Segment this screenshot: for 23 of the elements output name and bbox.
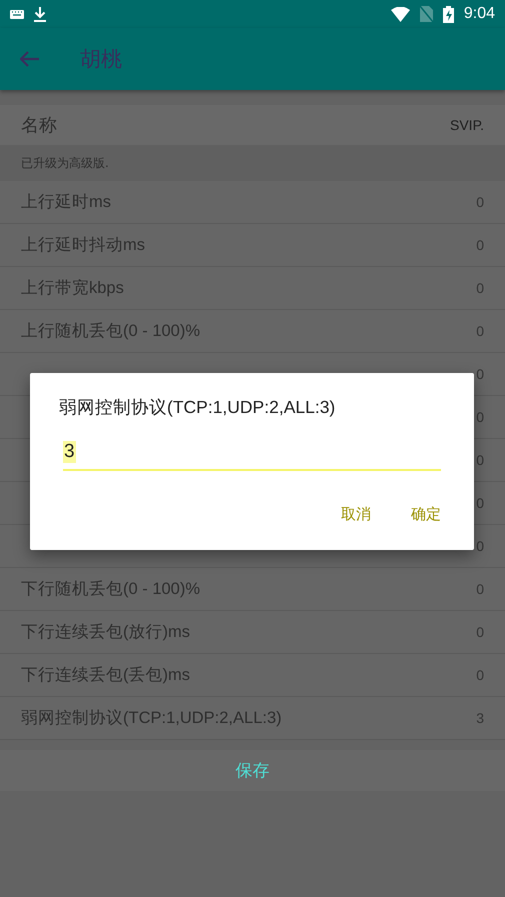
keyboard-icon	[10, 10, 24, 18]
cancel-button[interactable]: 取消	[341, 501, 371, 528]
back-arrow-icon[interactable]	[20, 51, 40, 67]
status-time: 9:04	[464, 5, 495, 23]
battery-charging-icon	[442, 6, 454, 22]
row-label: 下行随机丢包(0 - 100)%	[21, 580, 200, 598]
row-label: 上行延时抖动ms	[21, 236, 145, 254]
confirm-button[interactable]: 确定	[411, 501, 441, 528]
row-label: 下行连续丢包(放行)ms	[21, 623, 190, 641]
no-sim-icon	[420, 6, 433, 22]
row-value: SVIP.	[450, 117, 484, 133]
wifi-icon	[390, 6, 410, 22]
download-icon	[34, 6, 46, 22]
row-label: 上行带宽kbps	[21, 279, 124, 297]
row-label: 名称	[21, 114, 58, 137]
row-label: 下行连续丢包(丢包)ms	[21, 666, 190, 684]
row-label: 弱网控制协议(TCP:1,UDP:2,ALL:3)	[21, 709, 282, 727]
toolbar-title: 胡桃	[80, 46, 122, 73]
save-button[interactable]: 保存	[0, 750, 505, 791]
row-label: 上行随机丢包(0 - 100)%	[21, 322, 200, 340]
row-label: 上行延时ms	[21, 193, 111, 211]
dialog-title: 弱网控制协议(TCP:1,UDP:2,ALL:3)	[59, 396, 336, 419]
input-field[interactable]: 3	[63, 435, 441, 471]
